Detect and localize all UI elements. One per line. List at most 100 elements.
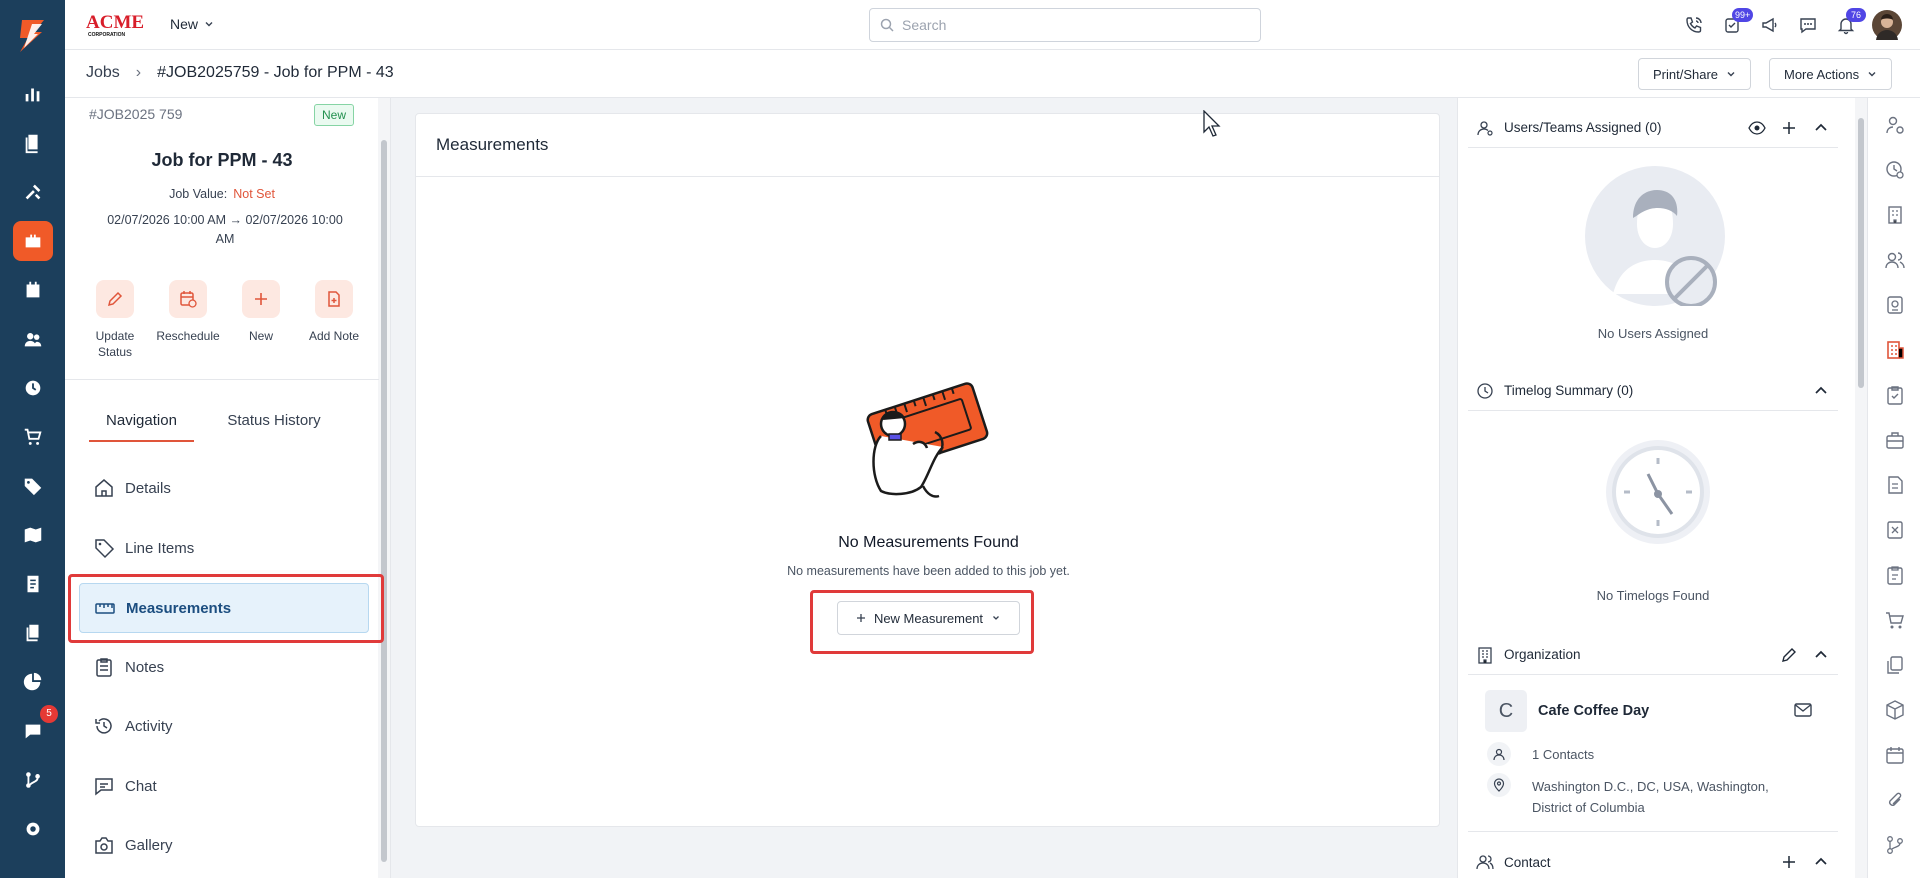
chat-support-icon[interactable]: 5 xyxy=(0,705,65,751)
organization-section: Organization xyxy=(1468,635,1838,675)
contacts-count[interactable]: 1 Contacts xyxy=(1532,747,1594,762)
building-icon xyxy=(1478,646,1492,664)
update-status-label-2: Status xyxy=(97,345,133,359)
paperclip-icon[interactable] xyxy=(1884,789,1906,811)
nav-item-chat[interactable]: Chat xyxy=(79,762,369,810)
eye-icon[interactable] xyxy=(1748,119,1766,137)
pencil-icon[interactable] xyxy=(1780,646,1798,664)
jobs-icon[interactable] xyxy=(0,221,65,261)
map-icon[interactable] xyxy=(0,515,65,555)
nav-line-items-label: Line Items xyxy=(125,539,195,557)
tasks-badge: 99+ xyxy=(1732,8,1754,22)
tag-icon[interactable] xyxy=(0,466,65,506)
new-measurement-button[interactable]: New Measurement xyxy=(837,601,1020,635)
cart-icon[interactable] xyxy=(0,417,65,457)
announcement-icon[interactable] xyxy=(1758,9,1782,41)
nav-item-measurements[interactable]: Measurements xyxy=(79,583,369,633)
breadcrumb-bar: Jobs › #JOB2025759 - Job for PPM - 43 Pr… xyxy=(65,50,1920,98)
location-pin-icon xyxy=(1487,773,1511,797)
building-icon[interactable] xyxy=(1884,204,1906,226)
more-actions-button[interactable]: More Actions xyxy=(1769,58,1893,90)
tasks-icon[interactable]: 99+ xyxy=(1720,8,1754,41)
asset-icon[interactable] xyxy=(1884,294,1906,316)
add-note-button[interactable]: Add Note xyxy=(299,280,369,344)
add-note-label: Add Note xyxy=(308,329,360,343)
user-avatar[interactable] xyxy=(1872,10,1902,40)
update-status-button[interactable]: Update Status xyxy=(80,280,150,360)
reports-icon[interactable] xyxy=(0,662,65,702)
chevron-down-icon xyxy=(205,22,213,27)
org-name[interactable]: Cafe Coffee Day xyxy=(1538,703,1649,719)
plus-icon[interactable] xyxy=(1780,119,1798,137)
job-dates: 02/07/2026 10:00 AM → 02/07/2026 10:00 A… xyxy=(95,211,355,249)
chevron-up-icon[interactable] xyxy=(1812,646,1830,664)
chevron-up-icon[interactable] xyxy=(1812,382,1830,400)
mail-icon[interactable] xyxy=(1794,702,1812,718)
checklist-icon[interactable] xyxy=(1884,384,1906,406)
nav-item-activity[interactable]: Activity xyxy=(79,702,369,750)
workflow-icon[interactable] xyxy=(0,760,65,800)
acme-logo[interactable]: ACME CORPORATION xyxy=(85,10,151,38)
reschedule-button[interactable]: Reschedule xyxy=(153,280,223,344)
job-value-text: Not Set xyxy=(233,187,275,201)
global-search[interactable] xyxy=(869,8,1261,42)
history-icon xyxy=(95,718,112,734)
chevron-up-icon[interactable] xyxy=(1812,853,1830,871)
messages-icon[interactable] xyxy=(1796,9,1820,41)
top-bar: ACME CORPORATION New 99+ 76 xyxy=(65,0,1920,50)
mouse-cursor-icon xyxy=(1203,110,1221,137)
timelog-section: Timelog Summary (0) xyxy=(1468,371,1838,411)
tab-status-history[interactable]: Status History xyxy=(219,410,329,442)
measurements-header: Measurements xyxy=(416,114,1439,177)
contact-title: Contact xyxy=(1504,854,1551,870)
job-value: Job Value: Not Set xyxy=(65,187,379,201)
app-logo[interactable] xyxy=(12,16,52,56)
breadcrumb-jobs[interactable]: Jobs xyxy=(86,64,120,82)
calendar-icon[interactable] xyxy=(0,270,65,310)
workflow-icon[interactable] xyxy=(1884,834,1906,856)
organization-active-icon[interactable] xyxy=(1884,339,1906,361)
bell-icon[interactable]: 76 xyxy=(1834,8,1866,41)
nav-item-gallery[interactable]: Gallery xyxy=(79,821,369,869)
tools-icon[interactable] xyxy=(0,172,65,212)
chevron-down-icon xyxy=(993,616,1000,620)
estimate-icon[interactable] xyxy=(1884,519,1906,541)
search-icon xyxy=(880,18,894,32)
settings-icon[interactable] xyxy=(0,809,65,849)
camera-icon xyxy=(95,837,113,854)
copy-icon[interactable] xyxy=(1884,654,1906,676)
nav-activity-label: Activity xyxy=(125,717,173,735)
new-menu[interactable]: New xyxy=(170,16,214,32)
timesheet-icon[interactable] xyxy=(0,368,65,408)
job-panel-scrollbar[interactable] xyxy=(378,98,390,878)
new-button[interactable]: New xyxy=(226,280,296,344)
briefcase-icon[interactable] xyxy=(1884,429,1906,451)
customers-icon[interactable] xyxy=(0,319,65,359)
user-assign-icon[interactable] xyxy=(1884,114,1906,136)
nav-item-details[interactable]: Details xyxy=(79,464,369,512)
invoice-icon[interactable] xyxy=(0,564,65,604)
search-input[interactable] xyxy=(902,17,1242,33)
document-icon[interactable] xyxy=(1884,474,1906,496)
nav-details-label: Details xyxy=(125,479,171,497)
dashboard-icon[interactable] xyxy=(0,74,65,114)
print-share-button[interactable]: Print/Share xyxy=(1638,58,1752,90)
nav-item-notes[interactable]: Notes xyxy=(79,643,369,691)
pencil-icon xyxy=(107,291,123,307)
nav-item-line-items[interactable]: Line Items xyxy=(79,524,369,572)
phone-icon[interactable] xyxy=(1682,9,1706,41)
timelog-icon[interactable] xyxy=(1884,159,1906,181)
package-icon[interactable] xyxy=(1884,699,1906,721)
contacts-icon[interactable] xyxy=(1884,249,1906,271)
ruler-icon xyxy=(95,603,115,614)
cart-icon[interactable] xyxy=(1884,609,1906,631)
clipboard-icon[interactable] xyxy=(1884,564,1906,586)
plus-icon[interactable] xyxy=(1780,853,1798,871)
right-panel-scrollbar[interactable] xyxy=(1855,98,1867,878)
chevron-up-icon[interactable] xyxy=(1812,119,1830,137)
files-icon[interactable] xyxy=(0,613,65,653)
calendar-icon[interactable] xyxy=(1884,744,1906,766)
chevron-down-icon xyxy=(1727,72,1735,77)
documents-icon[interactable] xyxy=(0,123,65,163)
tab-navigation[interactable]: Navigation xyxy=(89,410,194,442)
